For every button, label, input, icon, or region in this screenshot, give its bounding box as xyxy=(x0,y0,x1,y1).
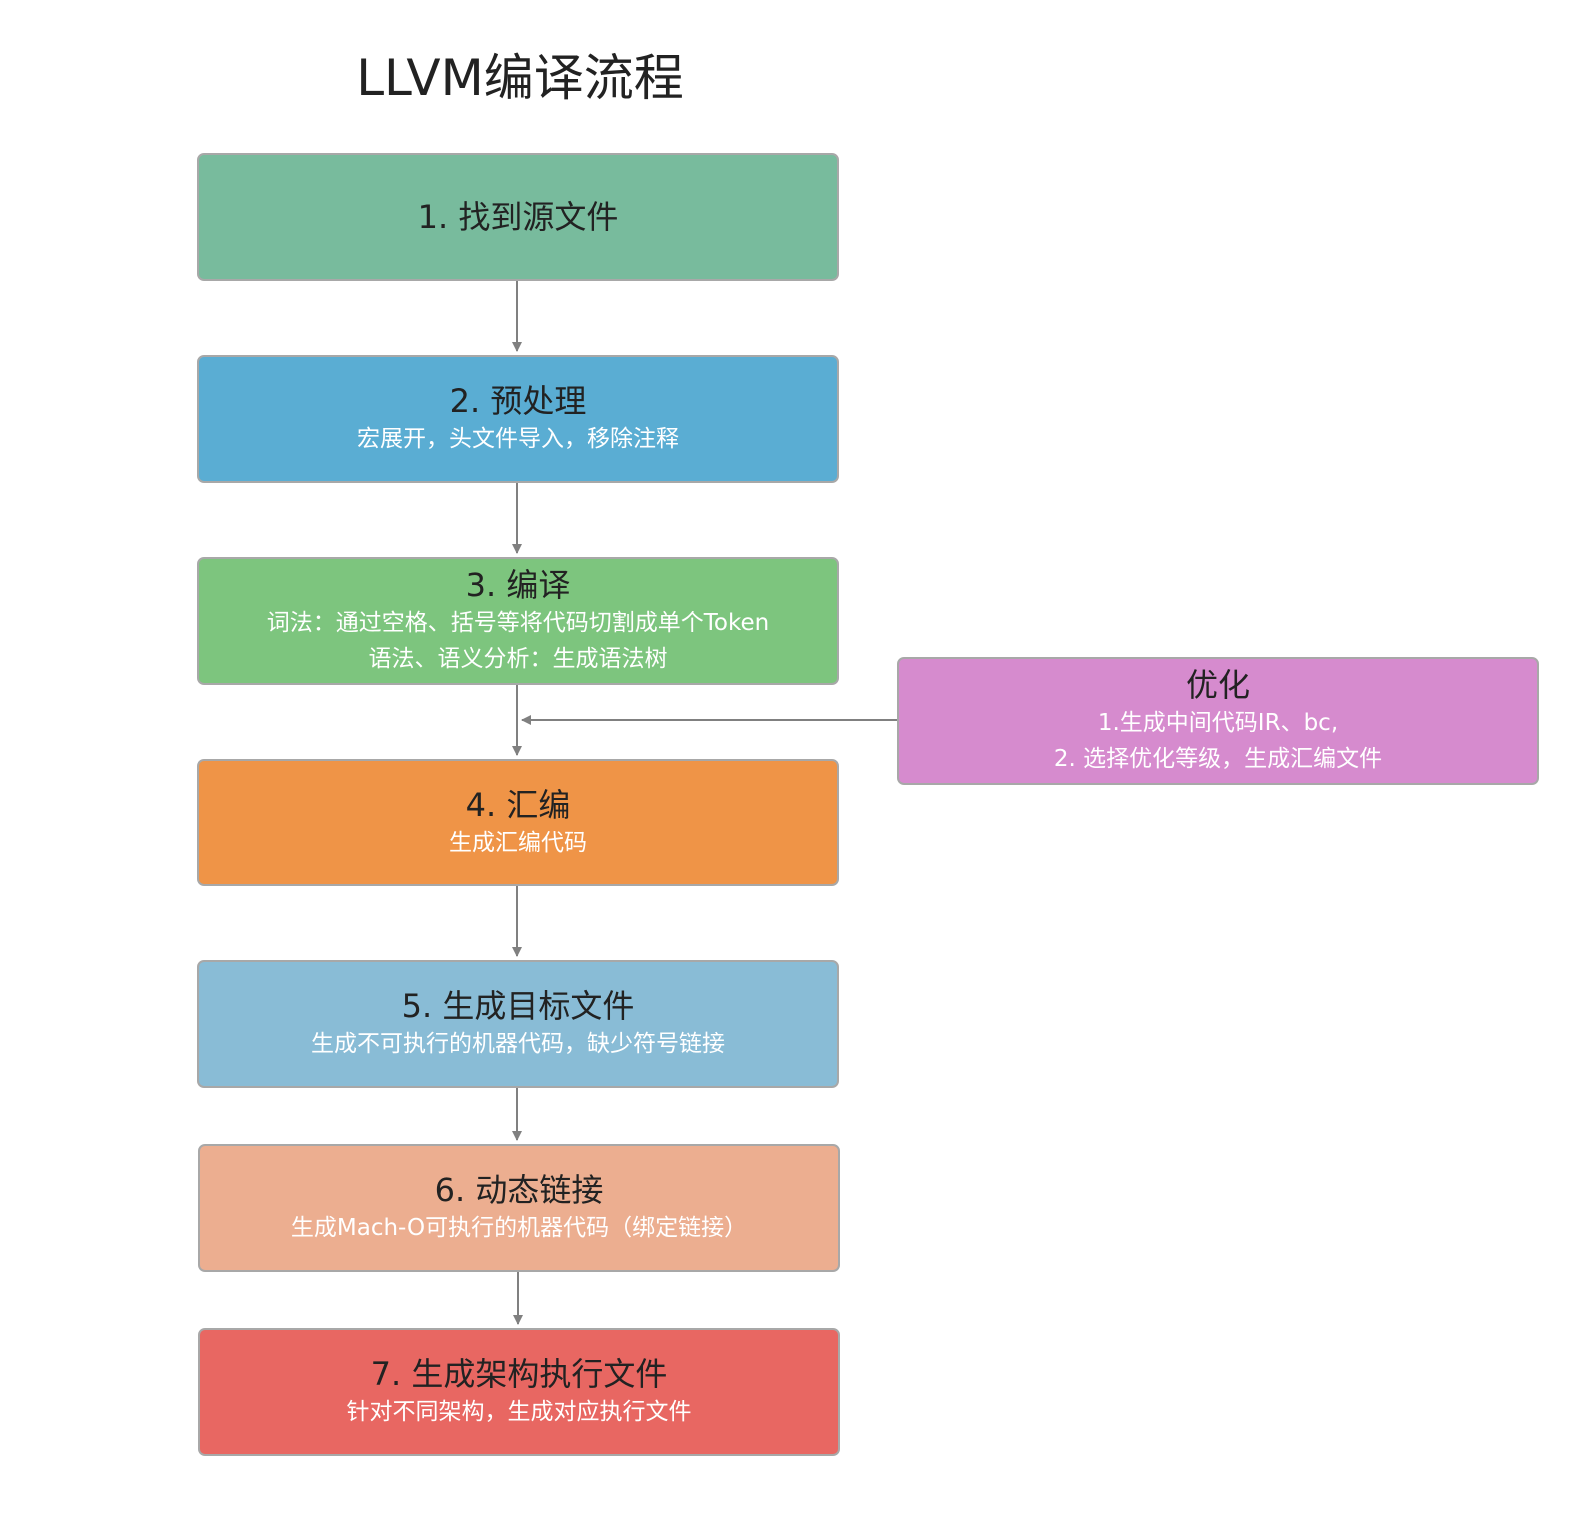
step-2-title: 2. 预处理 xyxy=(449,382,587,420)
optimize-title: 优化 xyxy=(1185,666,1250,704)
step-6-desc: 生成Mach-O可执行的机器代码（绑定链接） xyxy=(290,1215,748,1241)
optimize-box: 优化 1.生成中间代码IR、bc, 2. 选择优化等级，生成汇编文件 xyxy=(897,657,1539,785)
optimize-desc-2: 2. 选择优化等级，生成汇编文件 xyxy=(1053,746,1383,772)
optimize-desc-1: 1.生成中间代码IR、bc, xyxy=(1097,710,1339,736)
step-2-box: 2. 预处理 宏展开，头文件导入，移除注释 xyxy=(197,355,839,483)
step-4-box: 4. 汇编 生成汇编代码 xyxy=(197,759,839,886)
step-6-title: 6. 动态链接 xyxy=(434,1171,604,1209)
step-4-desc: 生成汇编代码 xyxy=(449,829,587,856)
step-3-desc-2: 语法、语义分析：生成语法树 xyxy=(368,646,668,672)
step-3-box: 3. 编译 词法：通过空格、括号等将代码切割成单个Token 语法、语义分析：生… xyxy=(197,557,839,685)
step-5-title: 5. 生成目标文件 xyxy=(401,987,635,1025)
step-3-title: 3. 编译 xyxy=(465,566,571,604)
step-2-desc: 宏展开，头文件导入，移除注释 xyxy=(357,426,679,452)
step-5-box: 5. 生成目标文件 生成不可执行的机器代码，缺少符号链接 xyxy=(197,960,839,1088)
step-7-box: 7. 生成架构执行文件 针对不同架构，生成对应执行文件 xyxy=(198,1328,840,1456)
step-3-desc-1: 词法：通过空格、括号等将代码切割成单个Token xyxy=(266,610,770,636)
step-4-title: 4. 汇编 xyxy=(465,785,571,824)
step-6-box: 6. 动态链接 生成Mach-O可执行的机器代码（绑定链接） xyxy=(198,1144,840,1272)
step-7-title: 7. 生成架构执行文件 xyxy=(370,1355,668,1393)
step-7-desc: 针对不同架构，生成对应执行文件 xyxy=(346,1399,692,1425)
step-1-title: 1. 找到源文件 xyxy=(417,198,619,236)
step-1-box: 1. 找到源文件 xyxy=(197,153,839,281)
step-5-desc: 生成不可执行的机器代码，缺少符号链接 xyxy=(311,1031,725,1057)
